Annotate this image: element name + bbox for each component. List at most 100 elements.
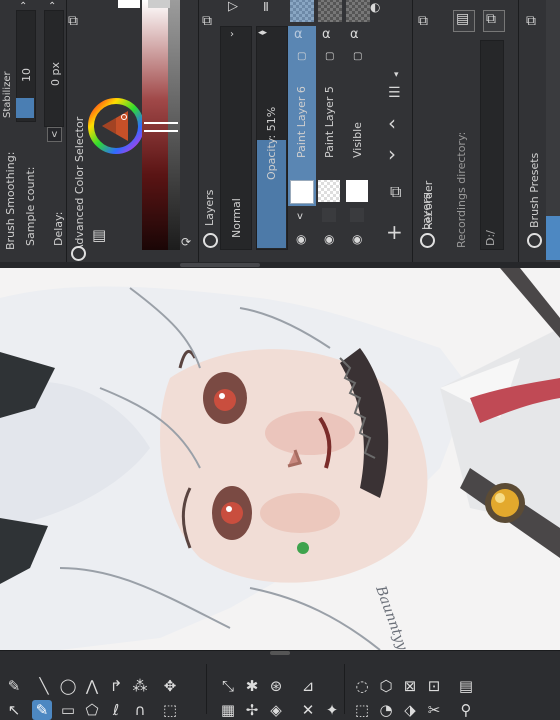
float-docker-icon[interactable] [203, 233, 218, 248]
layer-thumbnail [318, 180, 340, 202]
artist-signature: Baunntyy [372, 583, 411, 650]
contiguous-select-icon[interactable]: ⊠ [400, 676, 420, 696]
drawing-canvas[interactable]: Baunntyy [0, 268, 560, 650]
stepper-arrows-icon[interactable]: ◂▸ [258, 26, 267, 40]
polygon-tool-icon[interactable]: ⬠ [82, 700, 102, 720]
color-sampler-icon[interactable]: ✢ [242, 700, 262, 720]
elliptical-select-icon[interactable]: ◌ [352, 676, 372, 696]
ellipse-tool-icon[interactable]: ◯ [58, 676, 78, 696]
measure-tool-icon[interactable]: ⊿ [298, 676, 318, 696]
layer-thumbnail [346, 180, 368, 202]
move-down-icon[interactable]: › [388, 144, 396, 164]
magnetic-select-icon[interactable]: ✂ [424, 700, 444, 720]
float-icon[interactable]: ⧉ [418, 14, 428, 28]
layer-name: Paint Layer 6 [295, 86, 308, 158]
lock-icon[interactable]: ▢ [325, 50, 334, 64]
duplicate-layer-icon[interactable]: ⧉ [390, 184, 401, 200]
float-icon[interactable]: ⧉ [202, 14, 212, 28]
add-layer-icon[interactable]: + [386, 222, 403, 242]
refresh-icon[interactable]: ⟳ [181, 235, 191, 249]
pan-tool-icon[interactable]: ✦ [322, 700, 342, 720]
layer-name: Visible [351, 122, 364, 158]
pen-tool-icon[interactable]: ✎ [4, 676, 24, 696]
float-docker-icon[interactable] [71, 246, 86, 261]
alpha-lock-icon[interactable] [346, 0, 370, 22]
expand-icon[interactable]: v [297, 210, 303, 224]
scrollbar-handle[interactable] [180, 263, 260, 267]
zoom-tool-icon[interactable]: ▤ [456, 676, 476, 696]
alpha-lock-icon[interactable] [290, 0, 314, 22]
color-swatch[interactable] [118, 0, 140, 8]
visibility-toggle-icon[interactable]: ◐ [370, 0, 380, 14]
float-docker-icon[interactable] [527, 233, 542, 248]
rectangular-select-icon[interactable]: ⬚ [352, 700, 372, 720]
delay-label: Delay: [52, 211, 65, 246]
brush-preset-selected[interactable] [546, 216, 560, 260]
brush-smoothing-label: Brush Smoothing: [4, 151, 17, 250]
bezier-select-icon[interactable]: ⬗ [400, 700, 420, 720]
line-tool-icon[interactable]: ╲ [34, 676, 54, 696]
float-icon[interactable]: ⧉ [68, 14, 78, 28]
alpha-inherit-icon[interactable]: α [294, 28, 303, 42]
layer-color-label [350, 208, 364, 222]
colorize-mask-tool-icon[interactable]: ⤡ [218, 676, 238, 696]
color-swatch[interactable] [148, 0, 170, 8]
panel-divider [518, 0, 519, 262]
layer-properties-icon[interactable]: ☰ [388, 86, 401, 100]
alpha-lock-icon[interactable] [318, 0, 342, 22]
bezier-tool-icon[interactable]: ↱ [106, 676, 126, 696]
rectangle-tool-icon[interactable]: ▭ [58, 700, 78, 720]
float-docker-icon[interactable] [420, 233, 435, 248]
brush-tool-icon[interactable]: ✎ [32, 700, 52, 720]
chevron-down-icon: › [230, 29, 234, 40]
toolbox-handle[interactable] [270, 651, 290, 655]
move-up-icon[interactable]: ‹ [388, 113, 396, 133]
chevron-up-icon[interactable]: ⌃ [19, 0, 27, 14]
assistant-tool-icon[interactable]: ⊛ [266, 676, 286, 696]
fill-tool-icon[interactable]: ◈ [266, 700, 286, 720]
lock-icon[interactable]: ▢ [297, 50, 306, 64]
sample-count-value: 10 [20, 68, 33, 82]
float-icon[interactable]: ⧉ [526, 14, 536, 28]
freehand-path-tool-icon[interactable]: ℓ [106, 700, 126, 720]
folder-icon: ⧉ [486, 11, 496, 27]
freehand-select-icon[interactable]: ◔ [376, 700, 396, 720]
play-icon[interactable]: ▷ [228, 0, 238, 14]
settings-icon[interactable]: ▤ [92, 228, 106, 243]
delay-checkbox[interactable]: v [47, 127, 62, 142]
alpha-inherit-icon[interactable]: α [322, 28, 331, 42]
panel-divider [66, 0, 67, 262]
move-tool-icon[interactable]: ✥ [160, 676, 180, 696]
value-strip[interactable] [168, 0, 180, 250]
toolbox-separator [206, 664, 207, 714]
visibility-eye-icon[interactable]: ◉ [296, 232, 306, 246]
select-tool-icon[interactable]: ↖ [4, 700, 24, 720]
shade-marker [144, 130, 178, 132]
panel-divider [198, 0, 199, 262]
opacity-label: Opacity: 51% [265, 106, 278, 180]
zoom-icon[interactable]: ⚲ [456, 700, 476, 720]
color-wheel[interactable] [88, 96, 144, 158]
polyline-tool-icon[interactable]: ⋀ [82, 676, 102, 696]
brush-presets-title: Brush Presets [528, 152, 541, 228]
gradient-tool-icon[interactable]: ▦ [218, 700, 238, 720]
pause-icon[interactable]: Ⅱ [263, 0, 269, 14]
recordings-directory-input[interactable] [480, 40, 504, 250]
layers-title: Layers [203, 189, 216, 226]
smart-patch-tool-icon[interactable]: ✱ [242, 676, 262, 696]
lock-icon[interactable]: ▢ [353, 50, 362, 64]
layer-thumbnail [290, 180, 314, 204]
more-icon[interactable]: ▾ [394, 68, 399, 82]
similar-select-icon[interactable]: ⊡ [424, 676, 444, 696]
visibility-eye-icon[interactable]: ◉ [324, 232, 334, 246]
visibility-eye-icon[interactable]: ◉ [352, 232, 362, 246]
alpha-inherit-icon[interactable]: α [350, 28, 359, 42]
chevron-up-icon[interactable]: ⌃ [48, 0, 56, 14]
layer-name: Paint Layer 5 [323, 86, 336, 158]
dynamic-brush-tool-icon[interactable]: ∩ [130, 700, 150, 720]
transform-tool-icon[interactable]: ⬚ [160, 700, 180, 720]
polygonal-select-icon[interactable]: ⬡ [376, 676, 396, 696]
shade-selector-strip[interactable] [142, 0, 168, 250]
multibrush-tool-icon[interactable]: ⁂ [130, 676, 150, 696]
reference-tool-icon[interactable]: ✕ [298, 700, 318, 720]
